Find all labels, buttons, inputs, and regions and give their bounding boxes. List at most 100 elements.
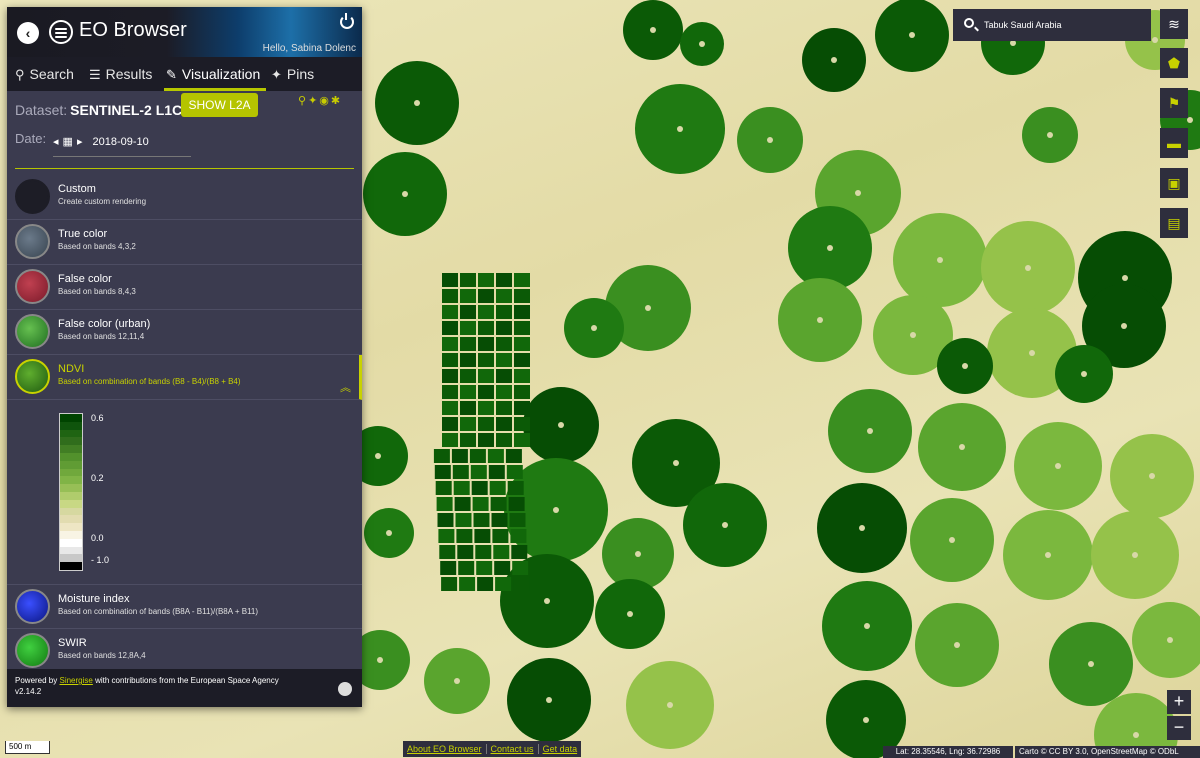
search-icon[interactable] bbox=[964, 18, 974, 28]
plot-field bbox=[493, 545, 510, 559]
pivot-center bbox=[949, 537, 955, 543]
layer-swir[interactable]: SWIR Based on bands 12,8A,4 bbox=[7, 629, 362, 669]
location-search-input[interactable] bbox=[984, 14, 1144, 36]
pivot-center bbox=[1152, 37, 1158, 43]
plot-field bbox=[487, 449, 504, 463]
contact-link[interactable]: Contact us bbox=[486, 744, 539, 754]
plot-field bbox=[491, 513, 508, 527]
plot-field bbox=[514, 369, 530, 383]
tab-label: Pins bbox=[286, 66, 315, 82]
back-button[interactable]: ‹ bbox=[17, 22, 39, 44]
esa-logo-icon[interactable] bbox=[338, 682, 352, 696]
pivot-center bbox=[375, 453, 381, 459]
plot-field bbox=[470, 465, 487, 479]
pivot-center bbox=[1055, 463, 1061, 469]
eye-icon[interactable]: ◉ bbox=[319, 95, 331, 107]
pivot-center bbox=[377, 657, 383, 663]
pivot-center bbox=[937, 257, 943, 263]
tab-label: Visualization bbox=[181, 66, 261, 82]
pentagon-icon: ⬟ bbox=[1167, 55, 1181, 71]
legend-color-step bbox=[60, 491, 82, 500]
plot-field bbox=[434, 465, 451, 479]
pivot-center bbox=[1132, 552, 1138, 558]
layer-ndvi[interactable]: NDVI Based on combination of bands (B8 -… bbox=[7, 355, 362, 400]
plot-field bbox=[496, 305, 512, 319]
show-l2a-button[interactable]: SHOW L2A bbox=[181, 93, 258, 117]
plot-field bbox=[506, 465, 523, 479]
plot-field bbox=[442, 369, 458, 383]
bottom-links: About EO Browser Contact us Get data bbox=[403, 741, 582, 757]
plot-field bbox=[514, 337, 530, 351]
legend-color-step bbox=[60, 476, 82, 485]
gear-icon[interactable]: ✱ bbox=[331, 95, 342, 107]
pivot-center bbox=[1025, 265, 1031, 271]
pivot-center bbox=[544, 598, 550, 604]
map-attribution: Carto © CC BY 3.0, OpenStreetMap © ODbL bbox=[1015, 746, 1200, 758]
dataset-value: SENTINEL-2 L1C bbox=[70, 102, 183, 118]
measure-button[interactable]: ▬ bbox=[1160, 128, 1188, 158]
plot-field bbox=[496, 433, 512, 447]
pivot-center bbox=[1121, 323, 1127, 329]
plot-field bbox=[514, 401, 530, 415]
app-version: v2.14.2 bbox=[15, 687, 42, 696]
layer-false-color[interactable]: False color Based on bands 8,4,3 bbox=[7, 265, 362, 310]
plot-field bbox=[460, 433, 476, 447]
about-link[interactable]: About EO Browser bbox=[403, 744, 487, 754]
plot-field bbox=[496, 401, 512, 415]
layer-tools: ⚲✦◉✱ bbox=[298, 94, 342, 107]
power-icon[interactable] bbox=[340, 13, 354, 29]
pivot-center bbox=[1047, 132, 1053, 138]
pivot-center bbox=[667, 702, 673, 708]
pivot-center bbox=[827, 245, 833, 251]
collapse-chevron-icon[interactable]: ︽ bbox=[340, 379, 351, 395]
sinergise-link[interactable]: Sinergise bbox=[59, 676, 92, 685]
pin-add-icon[interactable]: ✦ bbox=[308, 95, 319, 107]
pivot-center bbox=[591, 325, 597, 331]
pivot-center bbox=[855, 190, 861, 196]
zoom-search-icon[interactable]: ⚲ bbox=[298, 95, 308, 107]
pivot-center bbox=[1088, 661, 1094, 667]
legend-color-step bbox=[60, 468, 82, 477]
date-value[interactable]: 2018-09-10 bbox=[92, 136, 148, 148]
pivot-center bbox=[386, 530, 392, 536]
zoom-in-button[interactable]: + bbox=[1167, 690, 1191, 714]
layers-button[interactable]: ≋ bbox=[1160, 9, 1188, 39]
tab-pins[interactable]: ✦ Pins bbox=[271, 57, 314, 91]
get-data-link[interactable]: Get data bbox=[539, 744, 582, 754]
layer-true-color[interactable]: True color Based on bands 4,3,2 bbox=[7, 220, 362, 265]
pivot-center bbox=[962, 363, 968, 369]
pivot-center bbox=[546, 697, 552, 703]
plot-field bbox=[478, 273, 494, 287]
plot-field bbox=[496, 289, 512, 303]
plot-field bbox=[460, 417, 476, 431]
tab-visualization[interactable]: ✎ Visualization bbox=[164, 57, 267, 91]
plot-field bbox=[505, 449, 522, 463]
eo-logo-icon bbox=[49, 20, 73, 44]
draw-area-button[interactable]: ⬟ bbox=[1160, 48, 1188, 78]
plot-field bbox=[514, 385, 530, 399]
tab-search[interactable]: ⚲ Search bbox=[15, 57, 74, 91]
export-image-button[interactable]: ▣ bbox=[1160, 168, 1188, 198]
plot-field bbox=[476, 561, 493, 575]
date-picker[interactable]: ◂ ▦ ▸ 2018-09-10 bbox=[53, 133, 191, 157]
search-icon: ⚲ bbox=[15, 67, 25, 82]
next-date-icon[interactable]: ▸ bbox=[77, 136, 83, 148]
timelapse-button[interactable]: ▤ bbox=[1160, 208, 1188, 238]
divider bbox=[15, 168, 354, 169]
prev-date-icon[interactable]: ◂ bbox=[53, 136, 59, 148]
layer-false-color-urban[interactable]: False color (urban) Based on bands 12,11… bbox=[7, 310, 362, 355]
plot-field bbox=[442, 385, 458, 399]
legend-color-step bbox=[60, 546, 82, 555]
layer-custom[interactable]: Custom Create custom rendering bbox=[7, 175, 362, 220]
plot-field bbox=[496, 337, 512, 351]
plot-field bbox=[437, 513, 454, 527]
legend-color-step bbox=[60, 421, 82, 430]
place-marker-button[interactable]: ⚑ bbox=[1160, 88, 1188, 118]
tab-results[interactable]: ☰ Results bbox=[89, 57, 152, 91]
calendar-icon[interactable]: ▦ bbox=[63, 136, 73, 148]
plot-field bbox=[507, 481, 524, 495]
plot-field bbox=[496, 369, 512, 383]
layer-moisture-index[interactable]: Moisture index Based on combination of b… bbox=[7, 584, 362, 629]
zoom-out-button[interactable]: − bbox=[1167, 716, 1191, 740]
plot-field bbox=[496, 353, 512, 367]
